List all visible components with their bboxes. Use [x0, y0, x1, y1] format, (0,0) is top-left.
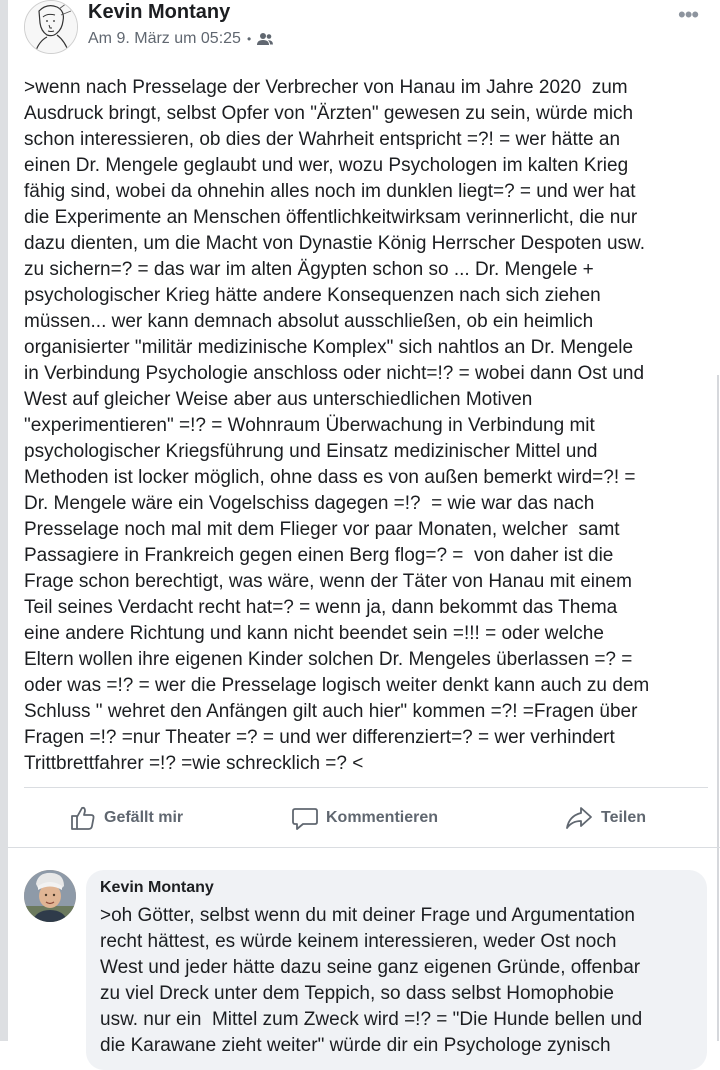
like-label: Gefällt mir — [104, 808, 184, 826]
text-line: psychologischer Kriegsführung und Einsat… — [24, 441, 598, 462]
text-line: >oh Götter, selbst wenn du mit deiner Fr… — [100, 905, 635, 926]
post-header: Kevin Montany Am 9. März um 05:25 • ••• — [0, 0, 720, 60]
text-line: West und jeder hätte dazu seine ganz eig… — [100, 957, 641, 978]
text-line: die Karawane zieht weiter" würde dir ein… — [100, 1035, 611, 1056]
comment-bubble: Kevin Montany >oh Götter, selbst wenn du… — [86, 870, 707, 1070]
text-line: organisierter "militär medizinische Komp… — [24, 337, 634, 358]
comment-bubble-icon — [292, 807, 318, 830]
text-line: Eltern wollen ihre eigenen Kinder solche… — [24, 649, 633, 670]
thumbs-up-icon — [71, 806, 95, 830]
comment-author-name[interactable]: Kevin Montany — [100, 879, 214, 897]
scroll-track — [717, 375, 719, 1041]
text-line: die Experimente an Menschen öffentlichke… — [24, 207, 638, 228]
text-line: in Verbindung Psychologie anschloss oder… — [24, 363, 645, 384]
text-line: Passagiere in Frankreich gegen einen Ber… — [24, 545, 614, 566]
post-body: >wenn nach Presselage der Verbrecher von… — [24, 75, 716, 777]
like-button[interactable]: Gefällt mir — [70, 790, 183, 845]
text-line: Dr. Mengele wäre ein Vogelschiss dagegen… — [24, 493, 595, 514]
text-line: dazu dienten, um die Macht von Dynastie … — [24, 233, 645, 254]
text-line: schon interessieren, ob dies der Wahrhei… — [24, 129, 621, 150]
text-line: eine andere Richtung und kann nicht been… — [24, 623, 604, 644]
left-edge-bar — [0, 0, 8, 1041]
divider — [8, 847, 720, 848]
comment-button[interactable]: Kommentieren — [292, 790, 438, 845]
post-timestamp[interactable]: Am 9. März um 05:25 — [88, 30, 241, 48]
text-line: usw. nur ein Mittel zum Zweck wird =!? =… — [100, 1009, 643, 1030]
text-line: einen Dr. Mengele geglaubt und wer, wozu… — [24, 155, 629, 176]
text-line: West auf gleicher Weise aber aus untersc… — [24, 389, 533, 410]
post-meta: Am 9. März um 05:25 • — [88, 30, 274, 48]
divider — [24, 787, 708, 788]
commenter-avatar[interactable] — [24, 870, 76, 922]
more-options-icon[interactable]: ••• — [678, 2, 699, 28]
text-line: oder was =!? = wer die Presselage logisc… — [24, 675, 650, 696]
text-line: "experimentieren" =!? = Wohnraum Überwac… — [24, 415, 595, 436]
text-line: fähig sind, wobei da ohnehin alles noch … — [24, 181, 636, 202]
sketch-portrait-icon — [25, 1, 77, 53]
text-line: zu sichern=? = das war im alten Ägypten … — [24, 259, 594, 280]
share-label: Teilen — [601, 808, 647, 826]
text-line: >wenn nach Presselage der Verbrecher von… — [24, 77, 628, 98]
text-line: Trittbrettfahrer =!? =wie schrecklich =?… — [24, 753, 364, 774]
text-line: Methoden ist locker möglich, ohne dass e… — [24, 467, 636, 488]
text-line: zu viel Dreck unter dem Teppich, so dass… — [100, 983, 614, 1004]
comment-label: Kommentieren — [326, 808, 439, 826]
share-button[interactable]: Teilen — [565, 790, 646, 845]
text-line: Presselage noch mal mit dem Flieger vor … — [24, 519, 620, 540]
text-line: Teil seines Verdacht recht hat=? = wenn … — [24, 597, 618, 618]
text-line: Fragen =!? =nur Theater =? = und wer dif… — [24, 727, 615, 748]
text-line: müssen... wer kann demnach absolut aussc… — [24, 311, 594, 332]
friends-icon — [257, 33, 274, 45]
text-line: Ausdruck bringt, selbst Opfer von "Ärzte… — [24, 103, 634, 124]
text-line: psychologischer Krieg hätte andere Konse… — [24, 285, 601, 306]
author-avatar[interactable] — [24, 0, 78, 54]
text-line: Schluss " wehret den Anfängen gilt auch … — [24, 701, 638, 722]
share-arrow-icon — [566, 806, 592, 829]
profile-photo-icon — [24, 870, 76, 922]
text-line: recht hättest, es würde keinem interessi… — [100, 931, 617, 952]
text-line: Frage schon berechtigt, was wäre, wenn d… — [24, 571, 632, 592]
post-author-name[interactable]: Kevin Montany — [88, 1, 230, 24]
meta-separator: • — [246, 32, 252, 46]
post-action-bar: Gefällt mir Kommentieren Teilen — [0, 790, 720, 845]
comment-body: >oh Götter, selbst wenn du mit deiner Fr… — [100, 903, 700, 1059]
